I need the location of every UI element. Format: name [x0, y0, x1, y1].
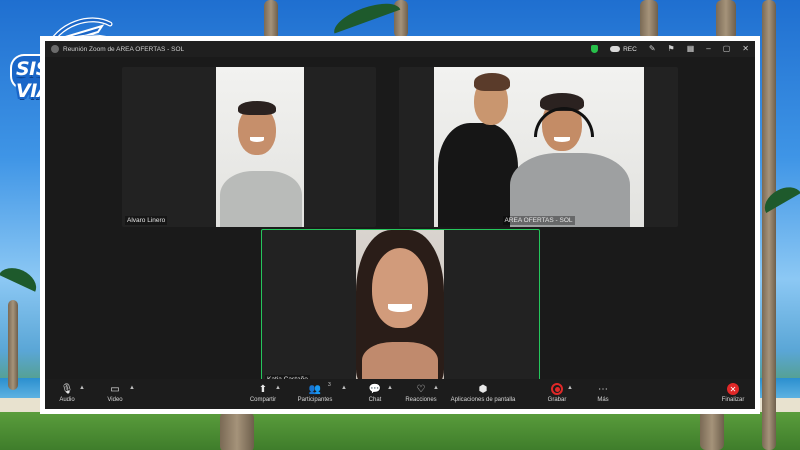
background-palm-trunk [640, 0, 658, 40]
close-icon[interactable]: ✕ [742, 45, 749, 53]
cloud-record-icon [610, 46, 621, 52]
grid-view-icon[interactable]: ▦ [687, 45, 695, 53]
reactions-options-chevron-icon[interactable]: ▲ [433, 385, 439, 391]
participants-count: 3 [328, 382, 331, 388]
audio-options-chevron-icon[interactable]: ▲ [79, 385, 85, 391]
participants-options-chevron-icon[interactable]: ▲ [341, 385, 347, 391]
video-camera-icon: ▭ [110, 383, 120, 395]
maximize-icon[interactable]: ▢ [723, 45, 731, 53]
background-palm-trunk [716, 0, 736, 40]
meeting-toolbar: 🎙 Audio ▲ ▭ Video ▲ ⬆ Compartir ▲ 👥 Part… [45, 379, 755, 409]
participants-icon: 👥 [308, 383, 322, 395]
background-grass [0, 412, 800, 450]
share-options-chevron-icon[interactable]: ▲ [275, 385, 281, 391]
more-button[interactable]: ⋯ Más [581, 382, 625, 404]
share-screen-icon: ⬆ [258, 383, 268, 395]
background-palm-trunk [264, 0, 278, 40]
participant-tile[interactable]: Alvaro Linero [122, 67, 376, 227]
participant-tile-active-speaker[interactable]: Katia Castaño [261, 229, 540, 387]
video-options-chevron-icon[interactable]: ▲ [129, 385, 135, 391]
title-bar-controls: REC ✎ ⚑ ▦ – ▢ ✕ [591, 45, 749, 53]
background-palm-leaf [329, 0, 401, 34]
participant-name: Alvaro Linero [125, 216, 168, 225]
chat-icon: 💬 [368, 383, 382, 395]
microphone-icon: 🎙 [60, 383, 74, 395]
background-palm-leaf [0, 262, 42, 292]
background-palm-trunk [220, 412, 254, 450]
participant-video [216, 67, 304, 227]
participant-video [356, 230, 444, 385]
minimize-icon[interactable]: – [706, 45, 710, 53]
end-meeting-button[interactable]: ✕ Finalizar [711, 382, 755, 403]
reactions-heart-icon: ♡ [416, 383, 426, 395]
more-ellipsis-icon: ⋯ [598, 383, 608, 395]
participant-tile[interactable]: AREA OFERTAS - SOL [399, 67, 678, 227]
zoom-window: Reunión Zoom de AREA OFERTAS - SOL REC ✎… [45, 41, 755, 409]
background-palm-trunk [762, 0, 776, 450]
window-title: Reunión Zoom de AREA OFERTAS - SOL [63, 45, 185, 53]
background-palm-trunk [8, 300, 18, 390]
apps-button[interactable]: ⬢ Aplicaciones de pantalla [451, 382, 516, 404]
record-options-chevron-icon[interactable]: ▲ [567, 385, 573, 391]
background-palm-trunk [700, 410, 724, 450]
pencil-icon[interactable]: ✎ [649, 45, 656, 53]
screenshot-frame: Reunión Zoom de AREA OFERTAS - SOL REC ✎… [40, 36, 760, 414]
rec-label: REC [623, 45, 637, 53]
title-bar: Reunión Zoom de AREA OFERTAS - SOL REC ✎… [45, 41, 755, 57]
security-shield-icon[interactable] [591, 45, 599, 53]
participant-video [434, 67, 644, 227]
pin-icon[interactable]: ⚑ [668, 45, 675, 53]
zoom-logo-icon [51, 45, 59, 53]
apps-icon: ⬢ [478, 383, 488, 395]
end-call-icon: ✕ [727, 383, 739, 395]
recording-indicator[interactable]: REC [610, 46, 637, 53]
participant-name: AREA OFERTAS - SOL [502, 216, 575, 225]
chat-options-chevron-icon[interactable]: ▲ [387, 385, 393, 391]
record-icon [551, 383, 563, 395]
video-gallery: Alvaro Linero AREA OFERTAS - SOL [45, 57, 755, 387]
